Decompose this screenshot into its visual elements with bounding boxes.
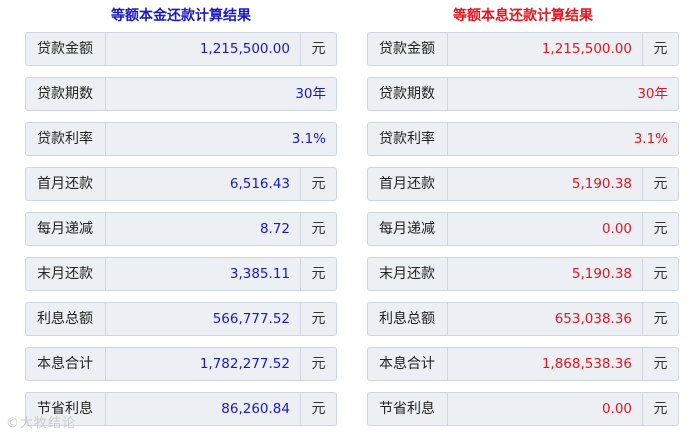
equal-principal-row-unit: 元	[300, 393, 336, 425]
equal-installment-row-unit: 元	[642, 393, 678, 425]
equal-installment-row: 首月还款 5,190.38 元	[367, 167, 679, 201]
equal-installment-row-unit: 元	[642, 168, 678, 200]
equal-principal-row: 贷款期数 30年	[25, 77, 337, 111]
equal-principal-row-label: 贷款金额	[26, 33, 106, 65]
equal-installment-row-unit: 元	[642, 258, 678, 290]
equal-installment-row-label: 每月递减	[368, 213, 448, 245]
equal-installment-row-label: 利息总额	[368, 303, 448, 335]
equal-installment-row-label: 末月还款	[368, 258, 448, 290]
equal-installment-row-value: 5,190.38	[448, 258, 642, 290]
equal-installment-row: 节省利息 0.00 元	[367, 392, 679, 426]
equal-installment-title: 等额本息还款计算结果	[453, 8, 593, 24]
equal-principal-row-value: 8.72	[106, 213, 300, 245]
equal-installment-row-label: 贷款利率	[368, 123, 448, 155]
equal-installment-row-value: 1,868,538.36	[448, 348, 642, 380]
equal-principal-rows: 贷款金额 1,215,500.00 元贷款期数 30年 贷款利率 3.1% 首月还款 6,51…	[25, 32, 337, 426]
equal-principal-row-value: 3.1%	[106, 123, 336, 155]
equal-principal-row-unit: 元	[300, 303, 336, 335]
equal-principal-row-unit: 元	[300, 258, 336, 290]
equal-principal-row-value: 6,516.43	[106, 168, 300, 200]
equal-principal-row: 每月递减 8.72 元	[25, 212, 337, 246]
equal-installment-row-unit: 元	[642, 213, 678, 245]
equal-installment-row-label: 节省利息	[368, 393, 448, 425]
equal-installment-row: 利息总额 653,038.36 元	[367, 302, 679, 336]
equal-principal-row-unit: 元	[300, 168, 336, 200]
equal-principal-row-label: 末月还款	[26, 258, 106, 290]
equal-principal-row-value: 30年	[106, 78, 336, 110]
equal-installment-row-label: 本息合计	[368, 348, 448, 380]
equal-principal-row-unit: 元	[300, 33, 336, 65]
equal-principal-row: 本息合计 1,782,277.52 元	[25, 347, 337, 381]
equal-installment-row-unit: 元	[642, 33, 678, 65]
equal-principal-row-unit: 元	[300, 348, 336, 380]
equal-principal-row-value: 1,782,277.52	[106, 348, 300, 380]
equal-principal-title: 等额本金还款计算结果	[111, 8, 251, 24]
equal-installment-rows: 贷款金额 1,215,500.00 元贷款期数 30年 贷款利率 3.1% 首月还款 5,19…	[367, 32, 679, 426]
equal-installment-row: 贷款金额 1,215,500.00 元	[367, 32, 679, 66]
equal-installment-row: 末月还款 5,190.38 元	[367, 257, 679, 291]
equal-principal-row-label: 本息合计	[26, 348, 106, 380]
watermark: ©大牧结论	[6, 416, 77, 431]
equal-principal-row-label: 每月递减	[26, 213, 106, 245]
equal-installment-row: 贷款利率 3.1%	[367, 122, 679, 156]
equal-principal-row-label: 利息总额	[26, 303, 106, 335]
equal-installment-row: 贷款期数 30年	[367, 77, 679, 111]
equal-installment-row-value: 653,038.36	[448, 303, 642, 335]
equal-principal-row: 末月还款 3,385.11 元	[25, 257, 337, 291]
equal-principal-row-value: 3,385.11	[106, 258, 300, 290]
equal-principal-row: 利息总额 566,777.52 元	[25, 302, 337, 336]
equal-principal-row-value: 86,260.84	[106, 393, 300, 425]
equal-principal-row: 贷款利率 3.1%	[25, 122, 337, 156]
equal-installment-row: 每月递减 0.00 元	[367, 212, 679, 246]
equal-installment-row: 本息合计 1,868,538.36 元	[367, 347, 679, 381]
equal-principal-row-value: 1,215,500.00	[106, 33, 300, 65]
equal-principal-row-label: 贷款期数	[26, 78, 106, 110]
equal-principal-panel: 等额本金还款计算结果 贷款金额 1,215,500.00 元贷款期数 30年 贷款利率 3…	[25, 0, 337, 437]
equal-installment-row-unit: 元	[642, 348, 678, 380]
equal-principal-row: 贷款金额 1,215,500.00 元	[25, 32, 337, 66]
equal-principal-row-value: 566,777.52	[106, 303, 300, 335]
equal-installment-row-label: 首月还款	[368, 168, 448, 200]
equal-installment-row-value: 0.00	[448, 213, 642, 245]
equal-installment-row-value: 5,190.38	[448, 168, 642, 200]
equal-principal-row-label: 首月还款	[26, 168, 106, 200]
equal-installment-row-value: 30年	[448, 78, 678, 110]
equal-installment-row-unit: 元	[642, 303, 678, 335]
equal-installment-row-value: 1,215,500.00	[448, 33, 642, 65]
equal-principal-row-unit: 元	[300, 213, 336, 245]
equal-installment-row-label: 贷款金额	[368, 33, 448, 65]
equal-installment-row-value: 3.1%	[448, 123, 678, 155]
equal-principal-row-label: 贷款利率	[26, 123, 106, 155]
equal-installment-row-value: 0.00	[448, 393, 642, 425]
equal-installment-row-label: 贷款期数	[368, 78, 448, 110]
equal-principal-row: 首月还款 6,516.43 元	[25, 167, 337, 201]
equal-installment-panel: 等额本息还款计算结果 贷款金额 1,215,500.00 元贷款期数 30年 贷款利率 3…	[367, 0, 679, 437]
